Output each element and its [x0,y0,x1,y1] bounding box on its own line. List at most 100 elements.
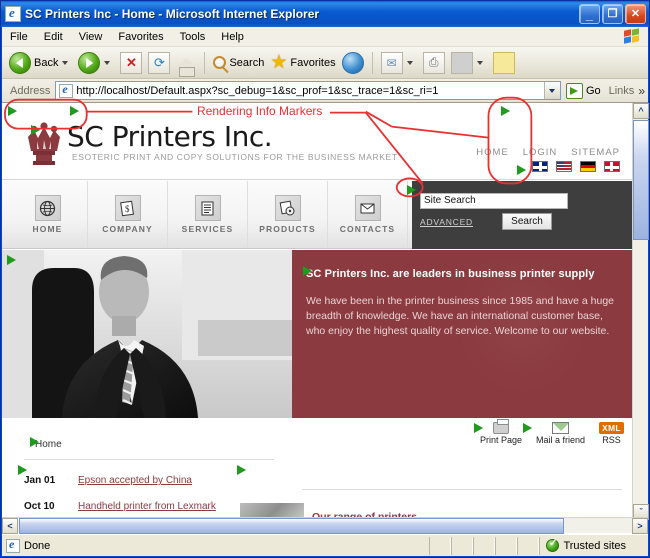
main-navigation: HOME $ COMPANY SERVICES PRODUCTS CONTACT… [2,181,632,249]
header-link-login[interactable]: LOGIN [523,147,558,158]
forward-dropdown-icon[interactable] [104,60,111,65]
scroll-right-button[interactable]: > [632,518,648,534]
favorites-button[interactable]: ★ Favorites [267,49,338,77]
status-cell [451,536,474,555]
rendering-marker [7,255,16,265]
news-item-2: Oct 10 Handheld printer from Lexmark [24,501,216,512]
nav-label-home: HOME [32,224,63,234]
news-link[interactable]: Epson accepted by China [78,475,192,486]
address-label: Address [10,84,51,97]
xml-badge-icon: XML [599,422,624,434]
uk-flag-icon[interactable] [532,161,548,172]
header-link-sitemap[interactable]: SITEMAP [571,147,620,158]
scroll-up-button[interactable]: ^ [633,103,649,119]
horizontal-scrollbar[interactable]: < > [2,517,648,534]
mail-friend-action[interactable]: Mail a friend [536,418,585,445]
nav-item-services[interactable]: SERVICES [168,181,248,248]
divider [24,459,274,460]
close-icon: ✕ [630,8,641,20]
rendering-marker [474,423,483,433]
close-button[interactable]: ✕ [625,4,646,24]
search-label: Search [229,56,265,69]
page-icon [59,82,74,98]
rendering-marker [31,125,40,135]
edit-button[interactable] [448,49,490,77]
advanced-search-link[interactable]: ADVANCED [420,217,473,227]
home-button[interactable] [173,49,199,77]
menu-tools[interactable]: Tools [172,29,214,45]
intro-heading: SC Printers Inc. are leaders in business… [306,268,595,280]
browser-toolbar: Back ✕ ⟳ Search ★ Favorites ✉ ⎙ [2,47,648,79]
mail-button[interactable]: ✉ [378,49,420,77]
us-flag-icon[interactable] [556,161,572,172]
menu-edit[interactable]: Edit [36,29,71,45]
rendering-marker [8,106,17,116]
cd-disc-icon [274,195,301,221]
edit-dropdown-icon[interactable] [476,60,483,65]
search-button[interactable]: Search [210,49,267,77]
news-link[interactable]: Handheld printer from Lexmark [78,501,216,512]
rendering-marker [407,185,416,195]
site-search-input[interactable]: Site Search [420,193,568,209]
denmark-flag-icon[interactable] [604,161,620,172]
address-history-dropdown[interactable] [543,82,560,99]
toolbar-separator [204,51,206,74]
go-label: Go [585,84,601,97]
nav-item-contacts[interactable]: CONTACTS [328,181,408,248]
nav-label-contacts: CONTACTS [339,224,396,234]
refresh-button[interactable]: ⟳ [145,49,173,77]
header-link-home[interactable]: HOME [476,147,509,158]
header-nav: HOME LOGIN SITEMAP [476,147,620,158]
nav-label-products: PRODUCTS [259,224,316,234]
nav-item-home[interactable]: HOME [8,181,88,248]
address-bar: Address http://localhost/Default.aspx?sc… [2,79,648,103]
nav-item-products[interactable]: PRODUCTS [248,181,328,248]
menu-favorites[interactable]: Favorites [110,29,171,45]
mail-dropdown-icon[interactable] [406,60,413,65]
forward-button[interactable] [75,49,117,77]
vertical-scrollbar[interactable]: ^ ˇ [632,103,649,520]
toolbar-overflow-chevron-icon[interactable]: » [638,84,645,98]
print-page-action[interactable]: Print Page [480,418,522,445]
mail-icon [552,422,570,434]
menu-view[interactable]: View [71,29,111,45]
title-bar: SC Printers Inc - Home - Microsoft Inter… [1,1,649,27]
vertical-scroll-thumb[interactable] [633,120,649,240]
status-bar: Done Trusted sites [2,534,648,556]
links-label[interactable]: Links [609,85,635,97]
document-lines-icon [194,195,221,221]
security-zone-label: Trusted sites [563,539,626,552]
rendering-marker [303,266,312,276]
stop-icon: ✕ [120,51,143,74]
crown-logo-icon [28,122,60,165]
security-zone[interactable]: Trusted sites [539,536,648,555]
notes-button[interactable] [490,49,518,77]
rss-action[interactable]: XML RSS [599,418,624,445]
back-icon [9,51,31,74]
back-label: Back [34,56,59,69]
menu-file[interactable]: File [2,29,36,45]
back-button[interactable]: Back [6,49,75,77]
horizontal-scroll-thumb[interactable] [19,518,564,534]
menu-bar: File Edit View Favorites Tools Help [2,27,648,47]
nav-item-company[interactable]: $ COMPANY [88,181,168,248]
stop-button[interactable]: ✕ [117,49,145,77]
search-submit-button[interactable]: Search [502,213,552,230]
print-page-label: Print Page [480,435,523,445]
minimize-button[interactable]: _ [579,4,600,24]
globe-icon [34,195,61,221]
web-page: SC Printers Inc. ESOTERIC PRINT AND COPY… [2,103,632,520]
restore-button[interactable]: ❐ [602,4,623,24]
germany-flag-icon[interactable] [580,161,596,172]
scroll-left-button[interactable]: < [2,518,18,534]
status-text: Done [24,539,51,552]
history-button[interactable] [339,49,367,77]
window-title: SC Printers Inc - Home - Microsoft Inter… [25,7,320,21]
menu-help[interactable]: Help [213,29,252,45]
back-dropdown-icon[interactable] [62,60,69,65]
go-button[interactable]: Go [565,82,601,99]
house-icon [176,58,197,77]
breadcrumb[interactable]: Home [35,439,62,450]
print-button[interactable]: ⎙ [420,49,448,77]
address-input[interactable]: http://localhost/Default.aspx?sc_debug=1… [55,81,561,100]
